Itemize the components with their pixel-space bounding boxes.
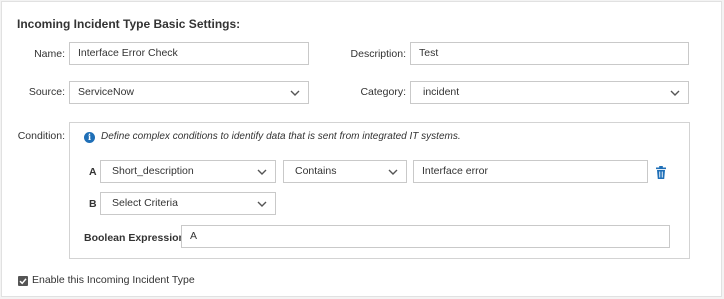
enable-checkbox[interactable]: [18, 276, 28, 286]
boolean-expression-input[interactable]: A: [181, 225, 670, 248]
criteria-row-a-letter: A: [89, 166, 97, 178]
section-title: Incoming Incident Type Basic Settings:: [17, 17, 241, 31]
condition-container: i Define complex conditions to identify …: [69, 122, 690, 259]
category-select-value: incident: [423, 86, 460, 98]
criteria-b-field-value: Select Criteria: [112, 197, 178, 209]
category-select[interactable]: incident: [410, 81, 689, 104]
condition-label: Condition:: [17, 130, 65, 142]
criteria-row-b-letter: B: [89, 198, 97, 210]
settings-panel: Incoming Incident Type Basic Settings: N…: [1, 1, 722, 297]
criteria-a-operator-select[interactable]: Contains: [283, 160, 407, 183]
enable-checkbox-label[interactable]: Enable this Incoming Incident Type: [32, 274, 195, 286]
chevron-down-icon: [257, 169, 267, 175]
criteria-a-value-input[interactable]: Interface error: [413, 160, 648, 183]
chevron-down-icon: [388, 169, 398, 175]
description-label: Description:: [350, 48, 406, 60]
source-select-value: ServiceNow: [78, 86, 135, 98]
chevron-down-icon: [290, 90, 300, 96]
name-label: Name:: [34, 48, 65, 60]
criteria-b-field-select[interactable]: Select Criteria: [100, 192, 276, 215]
condition-info-text: Define complex conditions to identify da…: [101, 131, 461, 142]
source-select[interactable]: ServiceNow: [69, 81, 309, 104]
description-input[interactable]: Test: [410, 42, 689, 65]
chevron-down-icon: [670, 90, 680, 96]
criteria-a-field-select[interactable]: Short_description: [100, 160, 276, 183]
info-icon: i: [84, 132, 95, 143]
chevron-down-icon: [257, 201, 267, 207]
boolean-expression-label: Boolean Expression:: [84, 232, 189, 244]
category-label: Category:: [360, 86, 406, 98]
name-input[interactable]: Interface Error Check: [69, 42, 309, 65]
trash-icon[interactable]: [655, 166, 667, 179]
criteria-a-field-value: Short_description: [112, 165, 194, 177]
source-label: Source:: [28, 86, 65, 98]
criteria-a-operator-value: Contains: [295, 165, 337, 177]
checkbox-checked-icon: [19, 278, 27, 285]
